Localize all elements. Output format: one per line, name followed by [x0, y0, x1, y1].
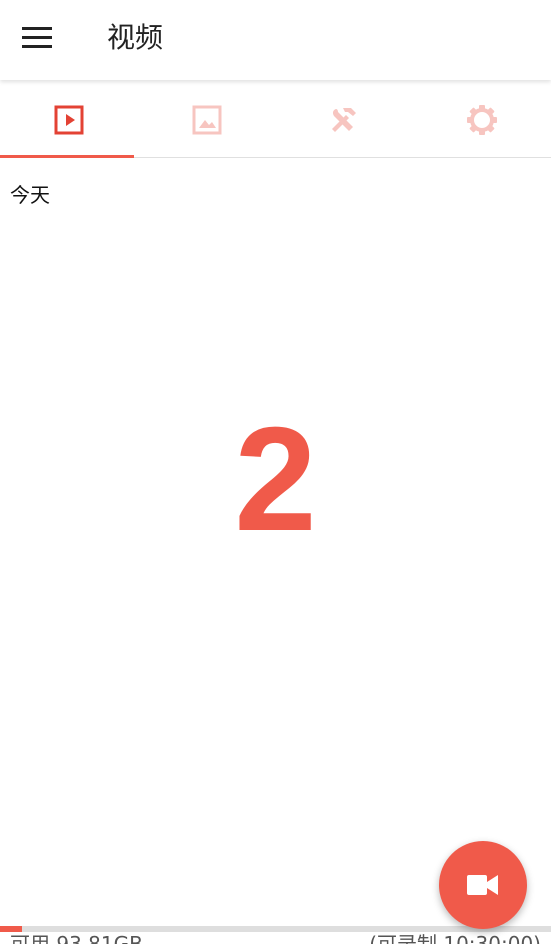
record-button[interactable] — [439, 841, 527, 929]
tab-tools[interactable] — [276, 82, 414, 157]
storage-available-text: 可用 93.81GB — [10, 932, 143, 944]
storage-footer: 可用 93.81GB (可录制 10:30:00) — [0, 931, 551, 944]
countdown-number: 2 — [234, 397, 317, 562]
settings-gear-icon — [467, 104, 498, 135]
tab-photos[interactable] — [138, 82, 276, 157]
app-screen: 视频 今天 2 可用 93.81GB (可录制 10:30:00) — [0, 0, 551, 944]
page-title: 视频 — [107, 21, 164, 54]
tab-bar — [0, 82, 551, 158]
hamburger-menu-icon — [22, 27, 52, 48]
recordable-time-text: (可录制 10:30:00) — [369, 932, 541, 944]
tools-icon — [332, 107, 357, 132]
section-label-today: 今天 — [10, 183, 50, 207]
tab-videos[interactable] — [0, 82, 138, 158]
tab-settings[interactable] — [413, 82, 551, 157]
image-icon — [192, 105, 222, 134]
video-play-icon — [54, 105, 84, 134]
menu-button[interactable] — [14, 16, 60, 60]
video-camera-icon — [467, 875, 498, 895]
app-bar: 视频 — [0, 0, 551, 80]
tab-active-indicator — [0, 155, 134, 158]
